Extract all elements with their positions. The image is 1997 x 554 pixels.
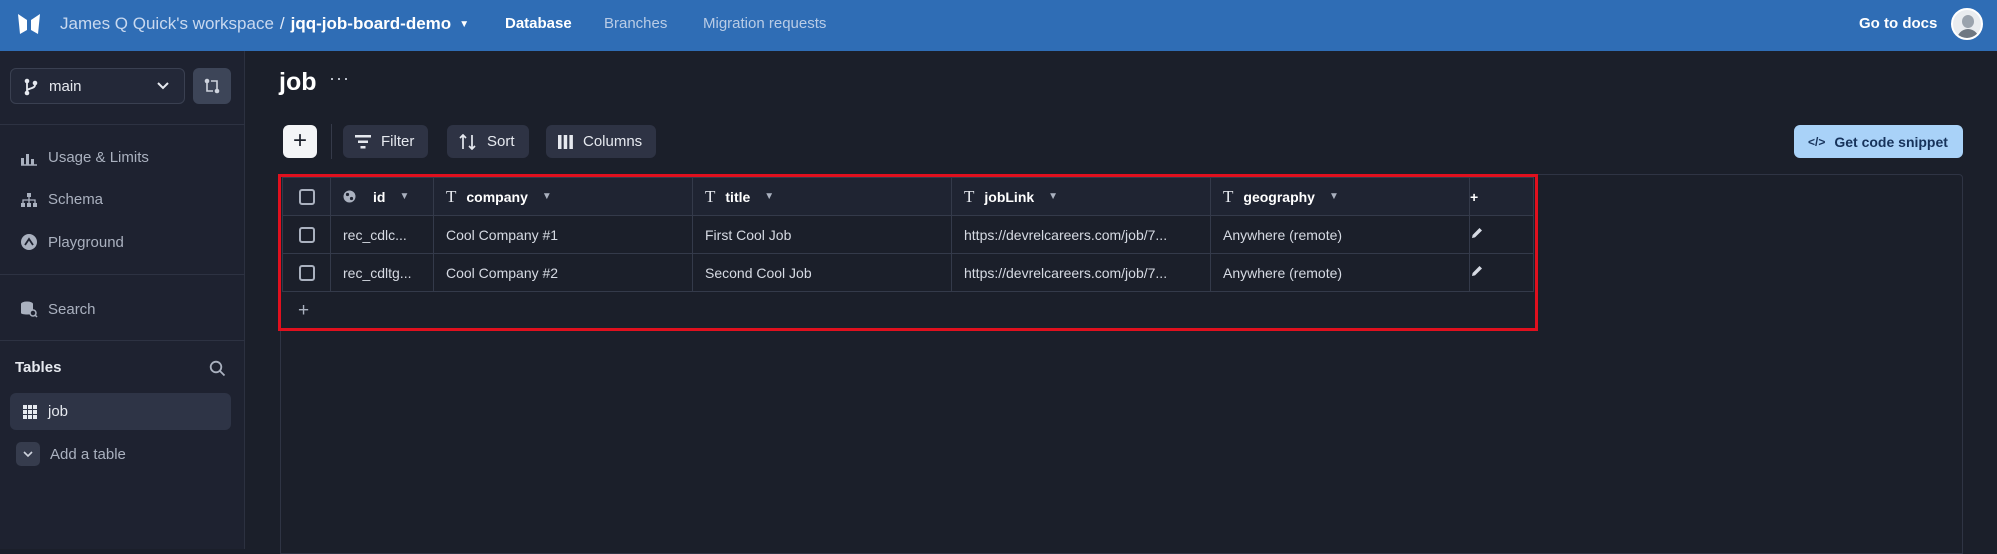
sidebar-divider <box>0 340 245 341</box>
xata-logo-icon[interactable] <box>16 12 42 38</box>
breadcrumb-separator: / <box>279 14 285 33</box>
table-grid-icon <box>23 405 37 419</box>
get-code-snippet-button[interactable]: </> Get code snippet <box>1794 125 1963 158</box>
database-search-icon <box>21 301 38 318</box>
sidebar: main Usage & Limits Schema Playground Se… <box>0 51 245 549</box>
sidebar-table-job[interactable]: job <box>10 393 231 430</box>
sidebar-item-search[interactable]: Search <box>20 300 96 318</box>
sidebar-item-label: Playground <box>48 233 124 251</box>
sort-button[interactable]: Sort <box>447 125 529 158</box>
git-compare-icon <box>204 78 220 94</box>
branch-name: main <box>49 77 82 95</box>
chart-icon <box>21 153 37 166</box>
sidebar-divider <box>0 124 245 125</box>
get-code-snippet-label: Get code snippet <box>1834 133 1948 150</box>
sidebar-divider <box>0 274 245 275</box>
more-options-icon[interactable]: ··· <box>329 68 350 89</box>
sidebar-item-playground[interactable]: Playground <box>20 233 124 251</box>
branch-selector[interactable]: main <box>10 68 185 104</box>
avatar[interactable] <box>1951 8 1983 40</box>
add-table-button[interactable]: Add a table <box>16 442 126 466</box>
nav-migration-requests[interactable]: Migration requests <box>703 15 826 32</box>
schema-icon <box>21 192 37 207</box>
filter-button[interactable]: Filter <box>343 125 429 158</box>
caret-down-icon[interactable]: ▼ <box>459 19 469 30</box>
chevron-down-icon <box>157 82 169 90</box>
chevron-down-icon <box>16 442 40 466</box>
sort-label: Sort <box>487 133 515 150</box>
add-record-button[interactable]: + <box>283 125 317 158</box>
add-table-label: Add a table <box>50 445 126 463</box>
sort-icon <box>459 133 476 150</box>
code-icon: </> <box>1808 134 1826 149</box>
columns-button[interactable]: Columns <box>546 125 657 158</box>
filter-label: Filter <box>381 133 415 150</box>
sidebar-item-label: Schema <box>48 191 104 208</box>
breadcrumb: James Q Quick's workspace / jqq-job-boar… <box>60 14 469 34</box>
page-title: job <box>279 68 317 96</box>
top-bar: James Q Quick's workspace / jqq-job-boar… <box>0 0 1997 51</box>
sidebar-item-label: Usage & Limits <box>48 149 149 166</box>
git-branch-icon <box>24 78 38 96</box>
sidebar-item-schema[interactable]: Schema <box>20 191 103 208</box>
filter-icon <box>355 134 371 148</box>
database-name[interactable]: jqq-job-board-demo <box>291 14 452 34</box>
playground-icon <box>21 234 37 250</box>
nav-database[interactable]: Database <box>505 15 572 32</box>
compare-branches-button[interactable] <box>193 68 231 104</box>
search-icon[interactable] <box>209 360 226 377</box>
table-name: job <box>48 403 69 420</box>
tables-heading: Tables <box>15 359 62 376</box>
go-to-docs-link[interactable]: Go to docs <box>1859 15 1937 32</box>
columns-label: Columns <box>583 133 643 150</box>
highlight-box <box>278 174 1538 331</box>
sidebar-item-label: Search <box>48 300 96 318</box>
sidebar-item-usage-limits[interactable]: Usage & Limits <box>20 149 149 166</box>
columns-icon <box>558 134 573 149</box>
workspace-link[interactable]: James Q Quick's workspace <box>60 14 274 34</box>
nav-branches[interactable]: Branches <box>604 15 667 32</box>
toolbar-divider <box>331 124 332 159</box>
